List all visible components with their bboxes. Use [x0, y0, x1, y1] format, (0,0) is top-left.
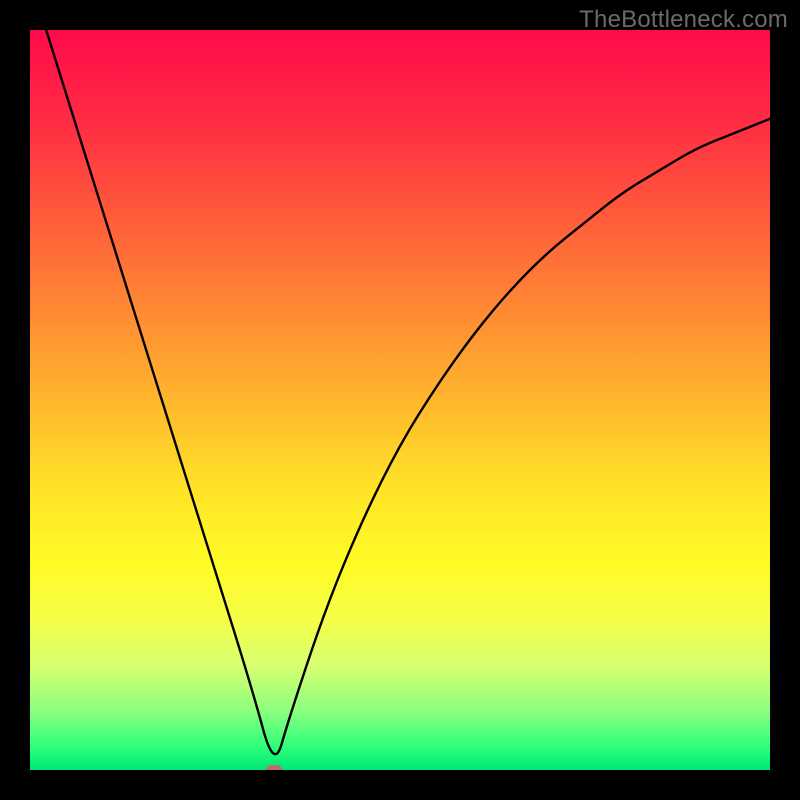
curve-svg — [30, 30, 770, 770]
chart-frame: TheBottleneck.com — [0, 0, 800, 800]
minimum-marker — [266, 765, 282, 770]
plot-area — [30, 30, 770, 770]
bottleneck-curve — [30, 30, 770, 754]
